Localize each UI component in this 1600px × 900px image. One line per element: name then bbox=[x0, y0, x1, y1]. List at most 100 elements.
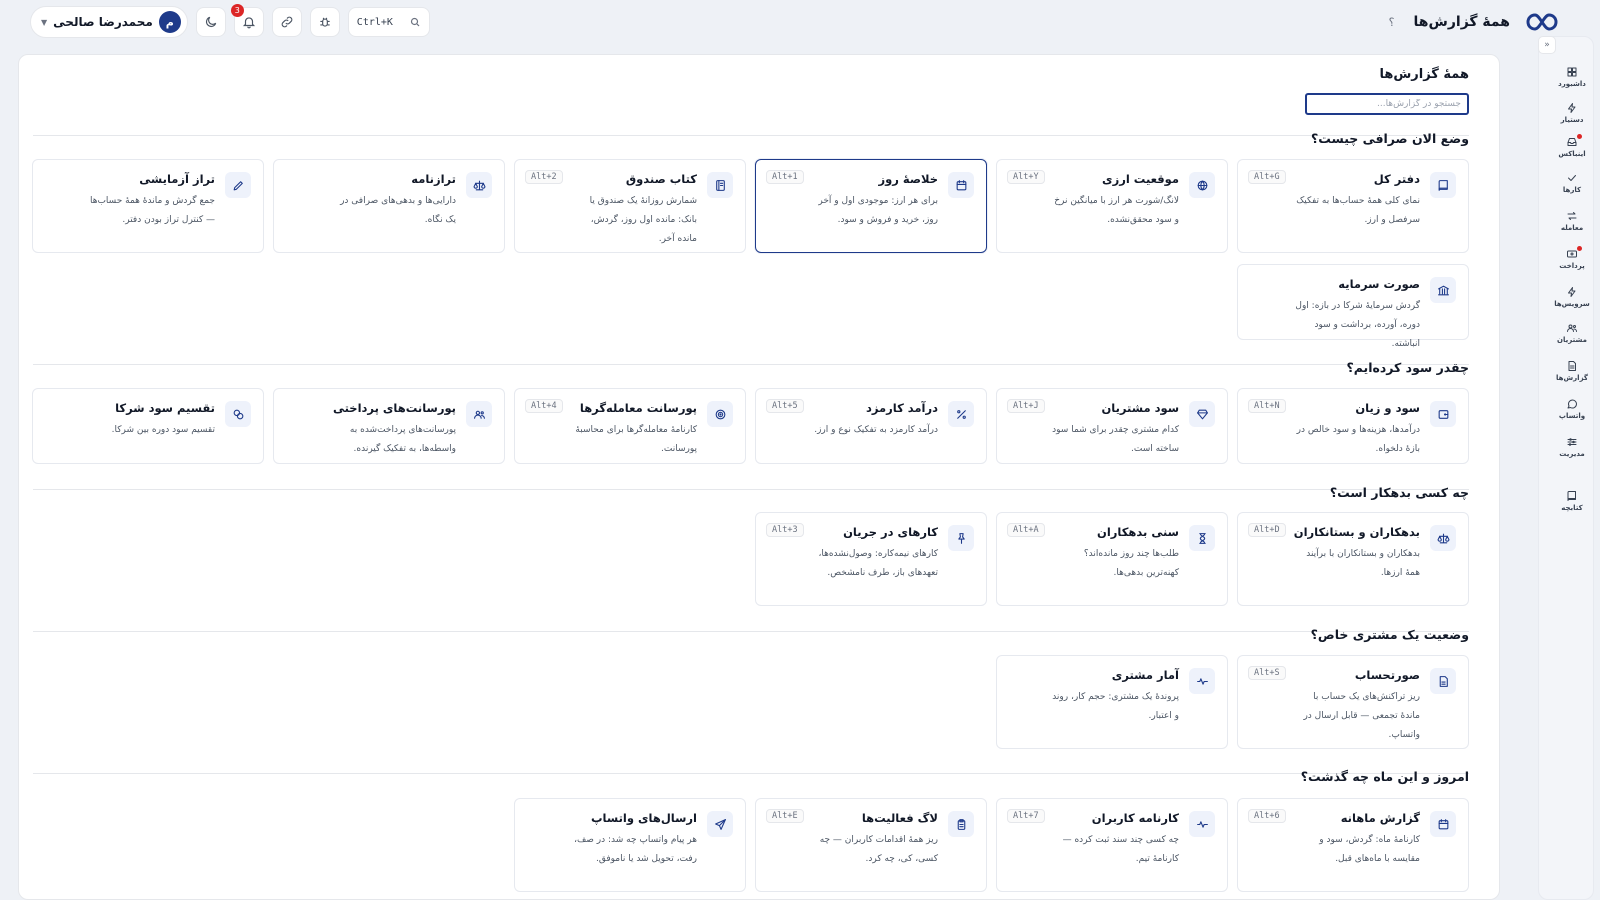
card-title: گزارش ماهانه bbox=[1340, 811, 1420, 825]
rail-item-8[interactable]: گزارش‌ها bbox=[1544, 360, 1600, 382]
report-card[interactable]: موقعیت ارزی لانگ/شورت هر ارز با میانگین ن… bbox=[996, 159, 1228, 253]
report-card[interactable]: سود مشتریان کدام مشتری چقدر برای شما سود … bbox=[996, 388, 1228, 464]
clipboard-icon bbox=[957, 818, 965, 830]
bank-icon bbox=[1437, 285, 1449, 295]
shortcut-badge: Alt+6 bbox=[1248, 809, 1286, 823]
report-card[interactable]: صورتحساب ریز تراکنش‌های یک حساب با ماندهٔ… bbox=[1237, 655, 1469, 749]
report-card[interactable]: لاگ فعالیت‌ها ریز همهٔ اقدامات کاربران — … bbox=[755, 798, 987, 892]
report-card[interactable]: بدهکاران و بستانکاران بدهکاران و بستانکار… bbox=[1237, 512, 1469, 606]
user-menu[interactable]: ▼ محمدرضا صالحی م bbox=[30, 6, 188, 38]
rail-item-1[interactable]: دستیار bbox=[1544, 102, 1600, 124]
rail-item-11[interactable]: کتابچه bbox=[1544, 490, 1600, 512]
page-title: همهٔ گزارش‌ها bbox=[1413, 14, 1510, 30]
card-description: گردش سرمایهٔ شرکا در بازه: اول دوره، آور… bbox=[1295, 301, 1420, 349]
card-title: صورتحساب bbox=[1354, 668, 1420, 682]
target-icon bbox=[715, 409, 725, 419]
report-card[interactable]: پورسانت‌های پرداختی پورسانت‌های پرداخت‌شد… bbox=[273, 388, 505, 464]
pin-icon bbox=[957, 532, 965, 544]
card-title: درآمد کارمزد bbox=[865, 401, 938, 415]
bell-icon bbox=[242, 17, 255, 29]
chevron-down-icon: ▼ bbox=[41, 17, 48, 27]
rail-item-3[interactable]: کارها bbox=[1544, 172, 1600, 194]
card-title: صورت سرمایه bbox=[1338, 277, 1420, 291]
card-description: کارنامهٔ ماه: گردش، سود و مقایسه با ماه‌… bbox=[1319, 835, 1420, 864]
shortcut-badge: Alt+J bbox=[1007, 399, 1045, 413]
book-icon bbox=[1438, 179, 1448, 191]
card-icon bbox=[1189, 668, 1215, 694]
section-divider bbox=[33, 773, 1469, 774]
help-icon[interactable]: ؟ bbox=[1384, 16, 1400, 29]
card-description: چه کسی چند سند ثبت کرده — کارنامهٔ تیم. bbox=[1062, 835, 1179, 864]
card-icon bbox=[948, 401, 974, 427]
rail-item-5[interactable]: پرداخت bbox=[1544, 246, 1600, 270]
card-description: شمارش روزانهٔ یک صندوق یا بانک: مانده او… bbox=[589, 196, 697, 244]
section-heading: امروز و این ماه چه گذشت؟ bbox=[1300, 769, 1469, 784]
shortcut-badge: Alt+2 bbox=[525, 170, 563, 184]
rail-item-label: گزارش‌ها bbox=[1556, 374, 1588, 382]
global-search-button[interactable]: Ctrl+K bbox=[347, 7, 430, 37]
notifications-button[interactable]: 3 bbox=[230, 4, 264, 37]
main-panel: همهٔ گزارش‌ها وضع الان صرافی چیست؟ چقدر س… bbox=[18, 54, 1500, 900]
report-card[interactable]: گزارش ماهانه کارنامهٔ ماه: گردش، سود و مق… bbox=[1237, 798, 1469, 892]
rail-item-0[interactable]: داشبورد bbox=[1544, 66, 1600, 88]
card-icon bbox=[1430, 277, 1456, 303]
report-card[interactable]: کتاب صندوق شمارش روزانهٔ یک صندوق یا بانک… bbox=[514, 159, 746, 253]
rail-item-6[interactable]: سرویس‌ها bbox=[1544, 286, 1600, 308]
bug-report-button[interactable] bbox=[309, 7, 340, 37]
report-card[interactable]: کارهای در جریان کارهای نیمه‌کاره: وصول‌نش… bbox=[755, 512, 987, 606]
theme-toggle-button[interactable] bbox=[195, 7, 226, 37]
rail-item-10[interactable]: مدیریت bbox=[1544, 436, 1600, 458]
rail-item-7[interactable]: مشتریان bbox=[1544, 322, 1600, 344]
card-title: کتاب صندوق bbox=[625, 172, 697, 186]
report-card[interactable]: سود و زیان درآمدها، هزینه‌ها و سود خالص د… bbox=[1237, 388, 1469, 464]
rail-item-4[interactable]: معامله bbox=[1544, 210, 1600, 232]
exchange-icon bbox=[1567, 212, 1577, 220]
card-description: تقسیم سود دوره بین شرکا. bbox=[111, 425, 215, 435]
report-search-input[interactable] bbox=[1305, 93, 1469, 115]
top-bar: همهٔ گزارش‌ها ؟ ▼ محمدرضا صالحی م 3 Ctrl… bbox=[0, 0, 1600, 44]
card-description: درآمد کارمزد به تفکیک نوع و ارز. bbox=[814, 425, 938, 435]
rail-item-9[interactable]: واتساپ bbox=[1544, 398, 1600, 420]
report-card[interactable]: سنی بدهکاران طلب‌ها چند روز مانده‌اند؟ که… bbox=[996, 512, 1228, 606]
card-title: آمار مشتری bbox=[1111, 668, 1179, 682]
rail-item-label: دستیار bbox=[1560, 116, 1584, 124]
shortcut-badge: Alt+S bbox=[1248, 666, 1286, 680]
dashboard-icon bbox=[1567, 67, 1577, 77]
app-logo-icon[interactable] bbox=[1524, 10, 1560, 34]
card-title: سود مشتریان bbox=[1101, 401, 1179, 415]
rail-item-2[interactable]: اینباکس bbox=[1544, 134, 1600, 158]
shortcut-badge: Alt+A bbox=[1007, 523, 1045, 537]
notification-badge: 3 bbox=[230, 4, 244, 17]
wallet-icon bbox=[1438, 409, 1448, 419]
report-card[interactable]: دفتر کل نمای کلی همهٔ حساب‌ها به تفکیک سر… bbox=[1237, 159, 1469, 253]
rail-item-label: پرداخت bbox=[1559, 262, 1585, 270]
report-card[interactable]: آمار مشتری پروندهٔ یک مشتری: حجم کار، رون… bbox=[996, 655, 1228, 749]
hourglass-icon bbox=[1198, 532, 1206, 544]
card-icon bbox=[707, 401, 733, 427]
report-card[interactable]: ترازنامه دارایی‌ها و بدهی‌های صرافی در یک… bbox=[273, 159, 505, 253]
report-card[interactable]: درآمد کارمزد درآمد کارمزد به تفکیک نوع و … bbox=[755, 388, 987, 464]
report-card[interactable]: تراز آزمایشی جمع گردش و ماندهٔ همهٔ حساب‌… bbox=[32, 159, 264, 253]
rail-item-label: کتابچه bbox=[1561, 504, 1583, 512]
link-button[interactable] bbox=[271, 7, 302, 37]
payment-icon bbox=[1567, 250, 1577, 258]
report-card[interactable]: کارنامه کاربران چه کسی چند سند ثبت کرده —… bbox=[996, 798, 1228, 892]
card-description: لانگ/شورت هر ارز با میانگین نرخ و سود مح… bbox=[1054, 196, 1179, 225]
card-icon bbox=[1430, 668, 1456, 694]
shortcut-badge: Alt+D bbox=[1248, 523, 1286, 537]
card-description: پروندهٔ یک مشتری: حجم کار، روند و اعتبار… bbox=[1052, 692, 1179, 721]
shortcut-badge: Alt+G bbox=[1248, 170, 1286, 184]
report-card[interactable]: ارسال‌های واتساپ هر پیام واتساپ چه شد: در… bbox=[514, 798, 746, 892]
report-card[interactable]: خلاصهٔ روز برای هر ارز: موجودی اول و آخر … bbox=[755, 159, 987, 253]
user-name: محمدرضا صالحی bbox=[53, 15, 153, 29]
report-card[interactable]: تقسیم سود شرکا تقسیم سود دوره بین شرکا. bbox=[32, 388, 264, 464]
card-title: خلاصهٔ روز bbox=[878, 172, 939, 186]
shortcut-badge: Alt+3 bbox=[766, 523, 804, 537]
card-description: جمع گردش و ماندهٔ همهٔ حساب‌ها — کنترل ت… bbox=[89, 196, 215, 225]
card-title: موقعیت ارزی bbox=[1102, 172, 1179, 186]
card-icon bbox=[225, 172, 251, 198]
rail-collapse-button[interactable]: « bbox=[1538, 36, 1556, 54]
report-card[interactable]: پورسانت معامله‌گرها کارنامهٔ معامله‌گرها … bbox=[514, 388, 746, 464]
report-card[interactable]: صورت سرمایه گردش سرمایهٔ شرکا در بازه: او… bbox=[1237, 264, 1469, 349]
card-icon bbox=[466, 172, 492, 198]
